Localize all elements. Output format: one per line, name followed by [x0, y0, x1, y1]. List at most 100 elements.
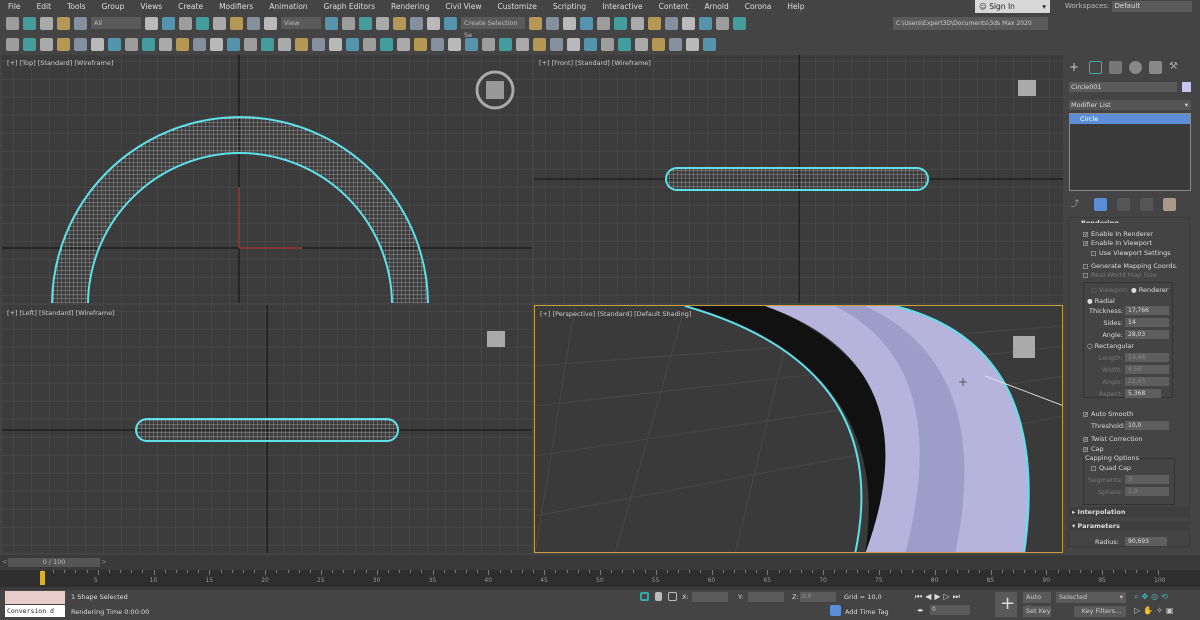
maxscript-listener-input[interactable]: Conversion d: [5, 605, 65, 617]
object-name-field[interactable]: Circle001: [1069, 82, 1177, 92]
auto-smooth-checkbox[interactable]: ✓ Auto Smooth: [1083, 410, 1133, 418]
cube-icon[interactable]: [652, 37, 665, 51]
new-key-button[interactable]: +: [995, 592, 1017, 617]
viewcube-icon[interactable]: [1018, 80, 1036, 96]
scale-icon[interactable]: [247, 16, 260, 30]
cloud-icon[interactable]: [23, 37, 36, 51]
length-spinner[interactable]: 24,48: [1125, 353, 1169, 362]
toggle-icon[interactable]: [431, 37, 444, 51]
menu-graph-editors[interactable]: Graph Editors: [316, 2, 384, 11]
selection-filter-dropdown[interactable]: All: [91, 17, 141, 29]
spinner-snap-icon[interactable]: [427, 16, 440, 30]
menu-scripting[interactable]: Scripting: [545, 2, 594, 11]
track-bar[interactable]: 5 10 15 20 25 30 35 40 45 50 55 60 65 70 75 80 85 90 95 100: [0, 570, 1200, 587]
render-icon[interactable]: [40, 37, 53, 51]
viewport-perspective[interactable]: [+] [Perspective] [Standard] [Default Sh…: [534, 305, 1063, 553]
select-by-name-icon[interactable]: [162, 16, 175, 30]
move-icon[interactable]: [213, 16, 226, 30]
menu-group[interactable]: Group: [94, 2, 133, 11]
width-spinner[interactable]: 4,56: [1125, 365, 1169, 374]
playback-controls[interactable]: ⏮◀▶▷⏭: [915, 592, 963, 602]
key-filters-button[interactable]: Key Filters...: [1074, 606, 1126, 617]
ribbon-icon[interactable]: [597, 16, 610, 30]
redo-icon[interactable]: [23, 16, 36, 30]
select-manipulate-icon[interactable]: [342, 16, 355, 30]
list-icon[interactable]: [533, 37, 546, 51]
keyboard-shortcut-icon[interactable]: [359, 16, 372, 30]
modify-tab-icon[interactable]: [1089, 61, 1102, 74]
cap-checkbox[interactable]: ✓ Cap: [1083, 445, 1104, 453]
rectangular-radio[interactable]: ○ Rectangular: [1087, 342, 1134, 350]
placement-icon[interactable]: [264, 16, 277, 30]
add-time-tag-button[interactable]: Add Time Tag: [845, 608, 889, 616]
show-end-result-icon[interactable]: [1094, 198, 1107, 211]
set-key-button[interactable]: Set Key: [1023, 606, 1051, 617]
light-icon[interactable]: [91, 37, 104, 51]
render-iterative-icon[interactable]: [733, 16, 746, 30]
select-object-icon[interactable]: [145, 16, 158, 30]
schematic-view-icon[interactable]: [648, 16, 661, 30]
z-coordinate-field[interactable]: 0,0: [800, 592, 836, 602]
configure-sets-icon[interactable]: [1163, 198, 1176, 211]
modifier-list-dropdown[interactable]: Modifier List ▾: [1069, 100, 1191, 110]
x-coordinate-field[interactable]: [692, 592, 728, 602]
sphere-icon[interactable]: [125, 37, 138, 51]
unlink-icon[interactable]: [57, 16, 70, 30]
generate-mapping-checkbox[interactable]: Generate Mapping Coords.: [1083, 262, 1178, 270]
utilities-tab-icon[interactable]: ⚒: [1169, 61, 1182, 74]
time-tag-icon[interactable]: [830, 605, 841, 616]
link-icon[interactable]: [40, 16, 53, 30]
menu-interactive[interactable]: Interactive: [594, 2, 650, 11]
motion-tab-icon[interactable]: [1129, 61, 1142, 74]
teapot-icon[interactable]: [6, 37, 19, 51]
create-tab-icon[interactable]: +: [1069, 61, 1082, 74]
parameters-rollout[interactable]: ▾ Parameters: [1068, 521, 1188, 531]
snapshot-icon[interactable]: [414, 37, 427, 51]
viewport-label[interactable]: [+] [Top] [Standard] [Wireframe]: [7, 59, 113, 67]
menu-customize[interactable]: Customize: [489, 2, 544, 11]
enable-renderer-checkbox[interactable]: ✓ Enable In Renderer: [1083, 230, 1153, 238]
globe-icon[interactable]: [397, 37, 410, 51]
aspect-spinner[interactable]: 5,368: [1125, 389, 1161, 398]
menu-tools[interactable]: Tools: [59, 2, 93, 11]
radial-radio[interactable]: ● Radial: [1087, 297, 1115, 305]
toggle-layer-explorer-icon[interactable]: [580, 16, 593, 30]
menu-help[interactable]: Help: [779, 2, 812, 11]
threshold-spinner[interactable]: 10,0: [1125, 421, 1169, 430]
panel-icon[interactable]: [74, 37, 87, 51]
toggle-scene-explorer-icon[interactable]: [563, 16, 576, 30]
play-icon[interactable]: [635, 37, 648, 51]
menu-rendering[interactable]: Rendering: [383, 2, 437, 11]
object-color-swatch[interactable]: [1182, 82, 1191, 92]
viewport-navigation-icons-2[interactable]: ▷✋✧▣: [1134, 606, 1176, 615]
enable-viewport-checkbox[interactable]: ✓ Enable In Viewport: [1083, 239, 1152, 247]
viewport-label[interactable]: [+] [Perspective] [Standard] [Default Sh…: [540, 310, 691, 318]
table-icon[interactable]: [57, 37, 70, 51]
time-cursor[interactable]: [40, 571, 45, 585]
project-folder-dropdown[interactable]: C:\Users\Expert3D\Documents\3ds Max 2020: [893, 17, 1048, 30]
rig-icon[interactable]: [312, 37, 325, 51]
render-production-icon[interactable]: [716, 16, 729, 30]
help-icon[interactable]: [448, 37, 461, 51]
display-tab-icon[interactable]: [1149, 61, 1162, 74]
box-icon[interactable]: [567, 37, 580, 51]
curve-editor-icon[interactable]: [614, 16, 627, 30]
use-viewport-settings-checkbox[interactable]: Use Viewport Settings: [1091, 249, 1171, 257]
radius-spinner[interactable]: 90,693: [1125, 537, 1167, 546]
segments-spinner[interactable]: 3: [1125, 475, 1169, 484]
material-editor-icon[interactable]: [665, 16, 678, 30]
isolate-selection-icon[interactable]: [640, 592, 649, 601]
menu-content[interactable]: Content: [651, 2, 697, 11]
viewport-label[interactable]: [+] [Left] [Standard] [Wireframe]: [7, 309, 115, 317]
maxscript-listener-top[interactable]: [5, 591, 65, 604]
percent-snap-icon[interactable]: [410, 16, 423, 30]
menu-modifiers[interactable]: Modifiers: [211, 2, 261, 11]
disk-icon[interactable]: [261, 37, 274, 51]
renderer-radio[interactable]: ● Renderer: [1131, 286, 1168, 294]
stack-item-circle[interactable]: Circle: [1070, 114, 1190, 124]
sphere-spinner[interactable]: 1,0: [1125, 487, 1169, 496]
cone-icon[interactable]: [227, 37, 240, 51]
thickness-spinner[interactable]: 17,766: [1125, 306, 1169, 315]
viewport-top[interactable]: [+] [Top] [Standard] [Wireframe]: [2, 55, 532, 303]
named-selection-set-dropdown[interactable]: Create Selection Se: [461, 17, 525, 39]
